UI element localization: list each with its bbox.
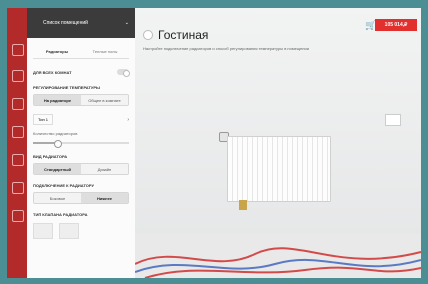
main-view: Гостиная Настройте подключение радиаторо…	[135, 8, 421, 278]
nav-icon[interactable]	[12, 70, 24, 82]
nav-icon[interactable]	[12, 182, 24, 194]
room-icon	[143, 30, 153, 40]
tab-radiators[interactable]: Радиаторы	[33, 44, 81, 58]
connection-segment: Боковое Нижнее	[33, 192, 129, 204]
valve-thumbs	[33, 223, 129, 239]
count-slider[interactable]	[33, 140, 129, 148]
radiator-view-segment: Стандартный Дизайн	[33, 163, 129, 175]
regulation-label: РЕГУЛИРОВАНИЕ ТЕМПЕРАТУРЫ	[33, 85, 100, 90]
valve-type-label: ТИП КЛАПАНА РАДИАТОРА	[33, 212, 88, 217]
chevron-right-icon[interactable]: ›	[127, 117, 129, 123]
count-label: Количество радиаторов	[33, 131, 78, 136]
connection-side[interactable]: Боковое	[34, 193, 81, 203]
floor-heating-image	[135, 234, 421, 278]
nav-icon[interactable]	[12, 98, 24, 110]
nav-icon[interactable]	[12, 154, 24, 166]
room-list-header[interactable]: Список помещений ⌄	[27, 8, 135, 38]
tab-label: Теплые полы	[92, 48, 118, 54]
room-subtitle: Настройте подключение радиаторов и спосо…	[143, 46, 309, 51]
type-select-value: Тип 1	[38, 117, 49, 122]
side-nav	[7, 8, 27, 278]
slider-thumb[interactable]	[54, 140, 62, 148]
pipe-icon	[239, 200, 247, 210]
chevron-down-icon: ⌄	[124, 20, 129, 26]
connection-label: ПОДКЛЮЧЕНИЕ К РАДИАТОРУ	[33, 183, 95, 188]
connection-bottom[interactable]: Нижнее	[81, 193, 128, 203]
room-title: Гостиная	[158, 28, 209, 42]
room-list-label: Список помещений	[43, 20, 88, 26]
type-row: Тип 1 ›	[33, 114, 129, 125]
all-rooms-label: ДЛЯ ВСЕХ КОМНАТ	[33, 69, 72, 75]
regulation-segment: На радиаторе Общее в комнате	[33, 94, 129, 106]
settings-panel: Список помещений ⌄ Радиаторы Теплые полы…	[27, 8, 136, 278]
nav-icon[interactable]	[12, 210, 24, 222]
valve-thumb[interactable]	[59, 223, 79, 239]
app-frame: Список помещений ⌄ Радиаторы Теплые полы…	[7, 8, 421, 278]
cart-icon[interactable]: 🛒	[365, 20, 376, 30]
nav-icon[interactable]	[12, 44, 24, 56]
radiator-image[interactable]	[227, 136, 331, 202]
thermostat-icon[interactable]	[385, 114, 401, 126]
price-badge[interactable]: 105 014,₽	[375, 19, 417, 31]
tab-label: Радиаторы	[45, 48, 69, 54]
view-standard[interactable]: Стандартный	[34, 164, 81, 174]
all-rooms-row: ДЛЯ ВСЕХ КОМНАТ	[33, 69, 130, 77]
floor-pipes-icon	[135, 247, 421, 278]
tabs: Радиаторы Теплые полы	[33, 44, 129, 59]
room-title-group: Гостиная	[143, 28, 208, 42]
type-select[interactable]: Тип 1	[33, 114, 54, 125]
nav-icon[interactable]	[12, 126, 24, 138]
regulation-option-radiator[interactable]: На радиаторе	[34, 95, 81, 105]
regulation-option-room[interactable]: Общее в комнате	[81, 95, 128, 105]
view-design[interactable]: Дизайн	[81, 164, 128, 174]
price-text: 105 014,₽	[384, 22, 408, 28]
all-rooms-toggle[interactable]	[117, 69, 130, 77]
valve-thumb[interactable]	[33, 223, 53, 239]
radiator-view-label: ВИД РАДИАТОРА	[33, 154, 68, 159]
tab-floors[interactable]: Теплые полы	[81, 44, 129, 58]
